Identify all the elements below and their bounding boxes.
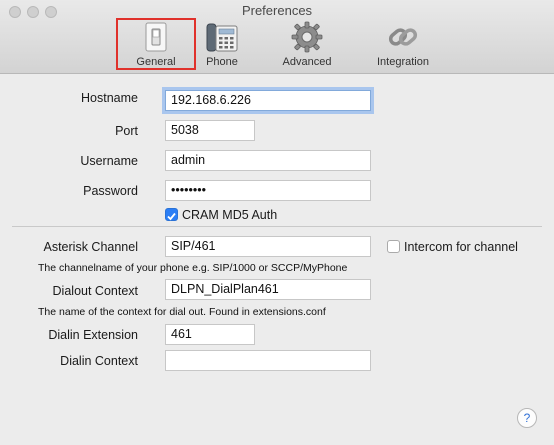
channel-hint: The channelname of your phone e.g. SIP/1… xyxy=(38,262,348,274)
toolbar-integration-tab[interactable]: Integration xyxy=(363,18,443,70)
chain-link-icon xyxy=(386,21,420,58)
toolbar-phone-label: Phone xyxy=(206,56,238,68)
toolbar-advanced-label: Advanced xyxy=(282,56,332,68)
checkmark-icon xyxy=(167,212,176,221)
asterisk-channel-field[interactable]: SIP/461 xyxy=(165,236,371,257)
help-button[interactable]: ? xyxy=(517,408,537,428)
toolbar-phone-tab[interactable]: Phone xyxy=(182,18,262,70)
cram-md5-checkbox[interactable] xyxy=(165,208,178,221)
intercom-label: Intercom for channel xyxy=(404,240,518,254)
section-divider xyxy=(12,226,542,227)
password-label: Password xyxy=(83,184,138,198)
preferences-window: Preferences General Phone Advanced Integ… xyxy=(0,0,554,445)
dialin-context-field[interactable] xyxy=(165,350,371,371)
port-field[interactable]: 5038 xyxy=(165,120,255,141)
hostname-label: Hostname xyxy=(81,91,138,105)
password-field[interactable]: •••••••• xyxy=(165,180,371,201)
username-field[interactable]: admin xyxy=(165,150,371,171)
cram-md5-label: CRAM MD5 Auth xyxy=(182,208,278,222)
dialin-extension-label: Dialin Extension xyxy=(48,328,138,342)
switch-icon xyxy=(140,21,172,58)
username-label: Username xyxy=(80,154,138,168)
toolbar-advanced-tab[interactable]: Advanced xyxy=(267,18,347,70)
window-title: Preferences xyxy=(241,3,313,18)
hostname-field[interactable]: 192.168.6.226 xyxy=(165,90,371,111)
general-pane: Hostname 192.168.6.226 Port 5038 Usernam… xyxy=(0,74,554,445)
context-hint: The name of the context for dial out. Fo… xyxy=(38,306,326,318)
desk-phone-icon xyxy=(205,21,239,58)
intercom-checkbox[interactable] xyxy=(387,240,400,253)
dialout-context-field[interactable]: DLPN_DialPlan461 xyxy=(165,279,371,300)
asterisk-channel-label: Asterisk Channel xyxy=(43,240,139,254)
dialin-extension-field[interactable]: 461 xyxy=(165,324,255,345)
dialin-context-label: Dialin Context xyxy=(60,354,138,368)
title-bar: Preferences General Phone Advanced Integ… xyxy=(0,0,554,74)
gear-icon xyxy=(291,21,323,58)
dialout-context-label: Dialout Context xyxy=(52,284,138,298)
port-label: Port xyxy=(115,124,138,138)
toolbar-integration-label: Integration xyxy=(377,56,429,68)
